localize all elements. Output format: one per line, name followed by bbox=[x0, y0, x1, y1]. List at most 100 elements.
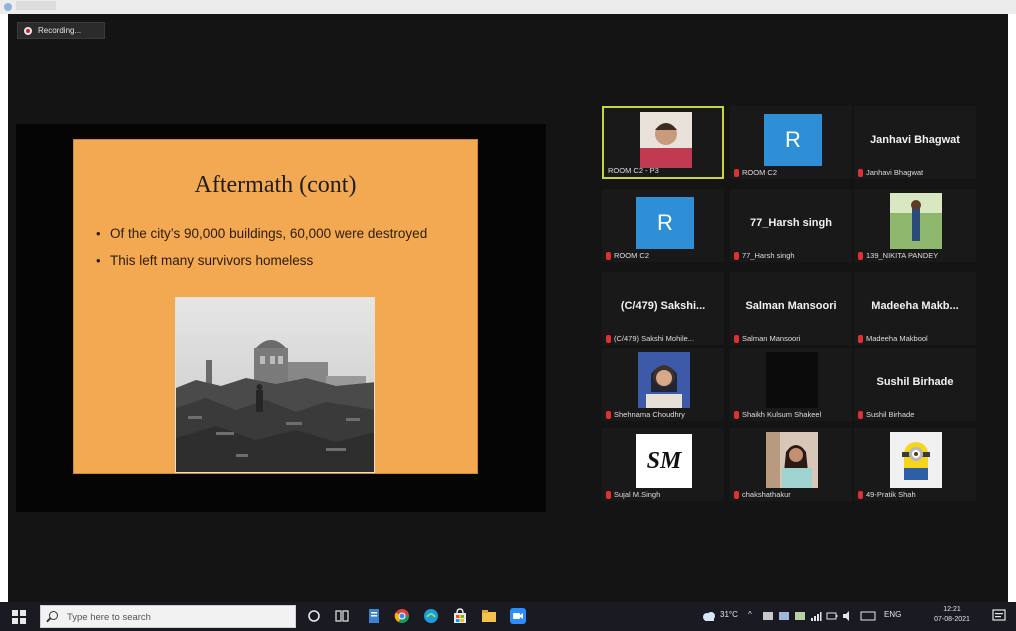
app-icon bbox=[4, 3, 12, 11]
mic-muted-icon bbox=[858, 251, 863, 260]
mic-muted-icon bbox=[858, 410, 863, 419]
notification-center-icon[interactable] bbox=[992, 609, 1006, 623]
slide-photo bbox=[175, 297, 375, 473]
participant-display-name: 77_Harsh singh bbox=[750, 217, 832, 229]
mic-muted-icon bbox=[734, 410, 739, 419]
edge-icon[interactable] bbox=[423, 608, 439, 624]
clock-date: 07-08-2021 bbox=[934, 616, 970, 623]
participant-name: Janhavi Bhagwat bbox=[858, 168, 923, 177]
participant-name: Madeeha Makbool bbox=[858, 334, 928, 343]
slide-bullet: This left many survivors homeless bbox=[96, 251, 436, 270]
zoom-app-icon[interactable] bbox=[510, 608, 526, 624]
participant-display-name: Janhavi Bhagwat bbox=[870, 134, 960, 146]
video-tile[interactable]: (C/479) Sakshi... (C/479) Sakshi Mohile.… bbox=[602, 272, 724, 345]
ruins-photo-image bbox=[176, 298, 374, 472]
participant-name: 139_NIKITA PANDEY bbox=[858, 251, 938, 260]
participant-display-name: Salman Mansoori bbox=[745, 300, 837, 312]
taskbar-clock[interactable]: 12:21 07-08-2021 bbox=[932, 605, 972, 625]
participant-name: (C/479) Sakshi Mohile... bbox=[606, 334, 694, 343]
recording-indicator[interactable]: Recording... bbox=[17, 22, 105, 39]
participant-name: chakshathakur bbox=[734, 490, 791, 499]
video-tile[interactable]: R ROOM C2 bbox=[730, 106, 852, 179]
slide-title: Aftermath (cont) bbox=[194, 172, 357, 198]
avatar: SM bbox=[636, 434, 692, 488]
video-tile[interactable]: Salman Mansoori Salman Mansoori bbox=[730, 272, 852, 345]
presentation-slide: Aftermath (cont) Of the city’s 90,000 bu… bbox=[73, 139, 478, 474]
video-tile[interactable]: 49-Pratik Shah bbox=[854, 428, 976, 501]
volume-icon[interactable] bbox=[842, 610, 854, 622]
participant-display-name: (C/479) Sakshi... bbox=[620, 300, 706, 312]
participant-profile-photo bbox=[890, 432, 942, 488]
participant-profile-photo bbox=[766, 432, 818, 488]
participant-video bbox=[640, 112, 692, 168]
avatar: R bbox=[764, 114, 822, 166]
slide-bullet-list: Of the city’s 90,000 buildings, 60,000 w… bbox=[96, 224, 436, 278]
mic-muted-icon bbox=[734, 251, 739, 260]
mic-muted-icon bbox=[734, 334, 739, 343]
search-icon bbox=[49, 611, 58, 620]
participant-video bbox=[766, 352, 818, 408]
cortana-icon[interactable] bbox=[306, 608, 322, 624]
mic-muted-icon bbox=[734, 490, 739, 499]
video-tile[interactable]: Shaikh Kulsum Shakeel bbox=[730, 348, 852, 421]
recording-label: Recording... bbox=[38, 26, 82, 35]
weather-temperature[interactable]: 31°C bbox=[720, 610, 738, 619]
windows-taskbar: Type here to search 31°C ^ ENG 12:21 07-… bbox=[0, 602, 1016, 631]
tray-app-icon[interactable] bbox=[778, 610, 790, 622]
battery-icon[interactable] bbox=[826, 610, 838, 622]
participant-name: Sujal M.Singh bbox=[606, 490, 660, 499]
video-tile[interactable]: chakshathakur bbox=[730, 428, 852, 501]
windows-start-icon[interactable] bbox=[12, 610, 26, 624]
video-tile[interactable]: Madeeha Makb... Madeeha Makbool bbox=[854, 272, 976, 345]
participant-name: ROOM C2 bbox=[606, 251, 649, 260]
participant-name: 49-Pratik Shah bbox=[858, 490, 916, 499]
document-app-icon[interactable] bbox=[366, 608, 382, 624]
participant-name: 77_Harsh singh bbox=[734, 251, 795, 260]
mic-muted-icon bbox=[606, 251, 611, 260]
participant-name: ROOM C2 bbox=[734, 168, 777, 177]
video-tile[interactable]: ROOM C2 - P3 bbox=[602, 106, 724, 179]
store-icon[interactable] bbox=[452, 608, 468, 624]
chrome-icon[interactable] bbox=[394, 608, 410, 624]
participant-name: Shehnama Choudhry bbox=[606, 410, 685, 419]
video-tile[interactable]: 77_Harsh singh 77_Harsh singh bbox=[730, 189, 852, 262]
slide-bullet: Of the city’s 90,000 buildings, 60,000 w… bbox=[96, 224, 436, 243]
participant-profile-photo bbox=[638, 352, 690, 408]
participant-name: Salman Mansoori bbox=[734, 334, 800, 343]
participant-display-name: Madeeha Makb... bbox=[871, 300, 959, 312]
tray-app-icon[interactable] bbox=[794, 610, 806, 622]
file-explorer-icon[interactable] bbox=[481, 608, 497, 624]
participant-name: ROOM C2 - P3 bbox=[608, 166, 659, 175]
participant-display-name: Sushil Birhade bbox=[876, 376, 954, 388]
taskbar-search-box[interactable]: Type here to search bbox=[40, 605, 296, 628]
video-tile[interactable]: Janhavi Bhagwat Janhavi Bhagwat bbox=[854, 106, 976, 179]
tray-app-icon[interactable] bbox=[762, 610, 774, 622]
search-placeholder: Type here to search bbox=[67, 612, 151, 623]
input-language[interactable]: ENG bbox=[884, 610, 901, 619]
participant-profile-photo bbox=[890, 193, 942, 249]
app-title-blurred bbox=[16, 1, 56, 10]
app-title-bar bbox=[0, 0, 1016, 14]
mic-muted-icon bbox=[606, 410, 611, 419]
clock-time: 12:21 bbox=[943, 606, 961, 613]
mic-muted-icon bbox=[734, 168, 739, 177]
avatar: R bbox=[636, 197, 694, 249]
mic-muted-icon bbox=[606, 334, 611, 343]
participant-name: Shaikh Kulsum Shakeel bbox=[734, 410, 821, 419]
mic-muted-icon bbox=[858, 334, 863, 343]
weather-cloud-icon[interactable] bbox=[702, 610, 716, 622]
mic-muted-icon bbox=[606, 490, 611, 499]
video-tile[interactable]: 139_NIKITA PANDEY bbox=[854, 189, 976, 262]
video-tile[interactable]: R ROOM C2 bbox=[602, 189, 724, 262]
mic-muted-icon bbox=[858, 490, 863, 499]
meeting-window: Recording... Aftermath (cont) Of the cit… bbox=[8, 14, 1008, 602]
network-icon[interactable] bbox=[810, 610, 822, 622]
record-icon bbox=[24, 26, 32, 35]
video-tile[interactable]: Shehnama Choudhry bbox=[602, 348, 724, 421]
keyboard-icon[interactable] bbox=[860, 610, 876, 622]
video-tile[interactable]: SM Sujal M.Singh bbox=[602, 428, 724, 501]
task-view-icon[interactable] bbox=[334, 608, 350, 624]
show-hidden-icons-chevron-icon[interactable]: ^ bbox=[748, 610, 752, 619]
video-tile[interactable]: Sushil Birhade Sushil Birhade bbox=[854, 348, 976, 421]
mic-muted-icon bbox=[858, 168, 863, 177]
